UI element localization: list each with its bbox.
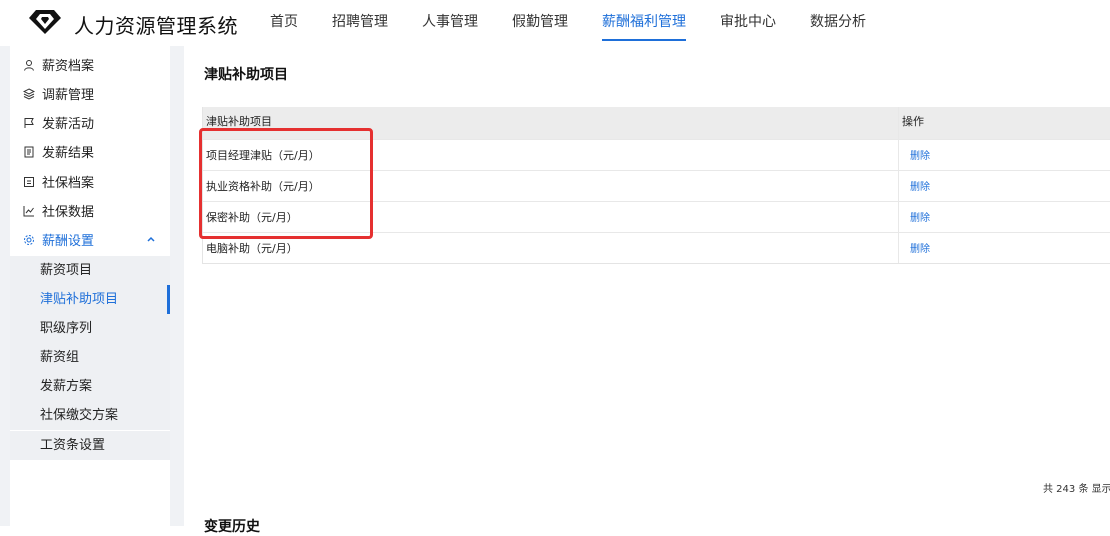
sidebar-item-label: 社保档案 bbox=[42, 176, 95, 191]
delete-link[interactable]: 删除 bbox=[910, 151, 930, 162]
history-section-title: 变更历史 bbox=[204, 519, 260, 535]
header-cell-action: 操作 bbox=[902, 115, 924, 128]
sidebar-item-label: 调薪管理 bbox=[42, 88, 95, 103]
sidebar-item-salary-adjust[interactable]: 调薪管理 bbox=[10, 79, 170, 108]
sidebar-item-pay-results[interactable]: 发薪结果 bbox=[10, 137, 170, 166]
nav-recruitment[interactable]: 招聘管理 bbox=[332, 0, 388, 44]
nav-approval[interactable]: 审批中心 bbox=[720, 0, 776, 44]
delete-link[interactable]: 删除 bbox=[910, 213, 930, 224]
sidebar-item-label: 发薪结果 bbox=[42, 146, 95, 161]
diamond-logo-icon bbox=[29, 10, 61, 34]
sidebar-item-social-archive[interactable]: 社保档案 bbox=[10, 167, 170, 196]
sidebar-item-label: 社保数据 bbox=[42, 205, 95, 220]
sidebar-item-label: 发薪活动 bbox=[42, 117, 95, 132]
delete-link[interactable]: 删除 bbox=[910, 244, 930, 255]
sidebar-item-pay-activity[interactable]: 发薪活动 bbox=[10, 108, 170, 137]
sidebar-subitem-social-plan[interactable]: 社保缴交方案 bbox=[10, 401, 170, 430]
sidebar-subitem-payslip-settings[interactable]: 工资条设置 bbox=[10, 431, 170, 460]
sidebar-item-salary-archive[interactable]: 薪资档案 bbox=[10, 50, 170, 79]
user-icon bbox=[22, 58, 36, 72]
sidebar: 薪资档案 调薪管理 发薪活动 发薪结果 社保档案 社保数据 薪酬设置 薪资项目 … bbox=[10, 46, 170, 526]
flag-icon bbox=[22, 116, 36, 130]
layers-icon bbox=[22, 87, 36, 101]
app-title: 人力资源管理系统 bbox=[74, 14, 238, 38]
sidebar-subitem-job-grades[interactable]: 职级序列 bbox=[10, 314, 170, 343]
chevron-up-icon bbox=[146, 233, 156, 248]
sidebar-subitem-salary-items[interactable]: 薪资项目 bbox=[10, 256, 170, 285]
nav-analytics[interactable]: 数据分析 bbox=[810, 0, 866, 44]
sidebar-item-social-data[interactable]: 社保数据 bbox=[10, 196, 170, 225]
nav-personnel[interactable]: 人事管理 bbox=[422, 0, 478, 44]
nav-attendance[interactable]: 假勤管理 bbox=[512, 0, 568, 44]
annotation-highlight-box bbox=[199, 128, 373, 239]
nav-compensation[interactable]: 薪酬福利管理 bbox=[602, 3, 686, 41]
folder-icon bbox=[22, 175, 36, 189]
sidebar-subitem-allowance-items[interactable]: 津贴补助项目 bbox=[10, 285, 170, 314]
document-icon bbox=[22, 145, 36, 159]
sidebar-item-label: 薪资档案 bbox=[42, 59, 95, 74]
sidebar-subitem-salary-group[interactable]: 薪资组 bbox=[10, 343, 170, 372]
sidebar-edge bbox=[0, 46, 10, 526]
content-gutter bbox=[170, 46, 184, 526]
pagination-info: 共 243 条 显示 bbox=[1043, 484, 1110, 495]
sidebar-subitem-pay-plan[interactable]: 发薪方案 bbox=[10, 372, 170, 401]
nav-home[interactable]: 首页 bbox=[270, 0, 298, 44]
chart-line-icon bbox=[22, 204, 36, 218]
page-title: 津贴补助项目 bbox=[204, 67, 288, 83]
delete-link[interactable]: 删除 bbox=[910, 182, 930, 193]
sidebar-item-pay-settings[interactable]: 薪酬设置 bbox=[10, 225, 170, 254]
settings-icon bbox=[22, 233, 36, 247]
sidebar-item-label: 薪酬设置 bbox=[42, 234, 95, 249]
main-nav: 首页 招聘管理 人事管理 假勤管理 薪酬福利管理 审批中心 数据分析 bbox=[270, 0, 900, 46]
top-navbar: 人力资源管理系统 首页 招聘管理 人事管理 假勤管理 薪酬福利管理 审批中心 数… bbox=[0, 0, 1110, 46]
